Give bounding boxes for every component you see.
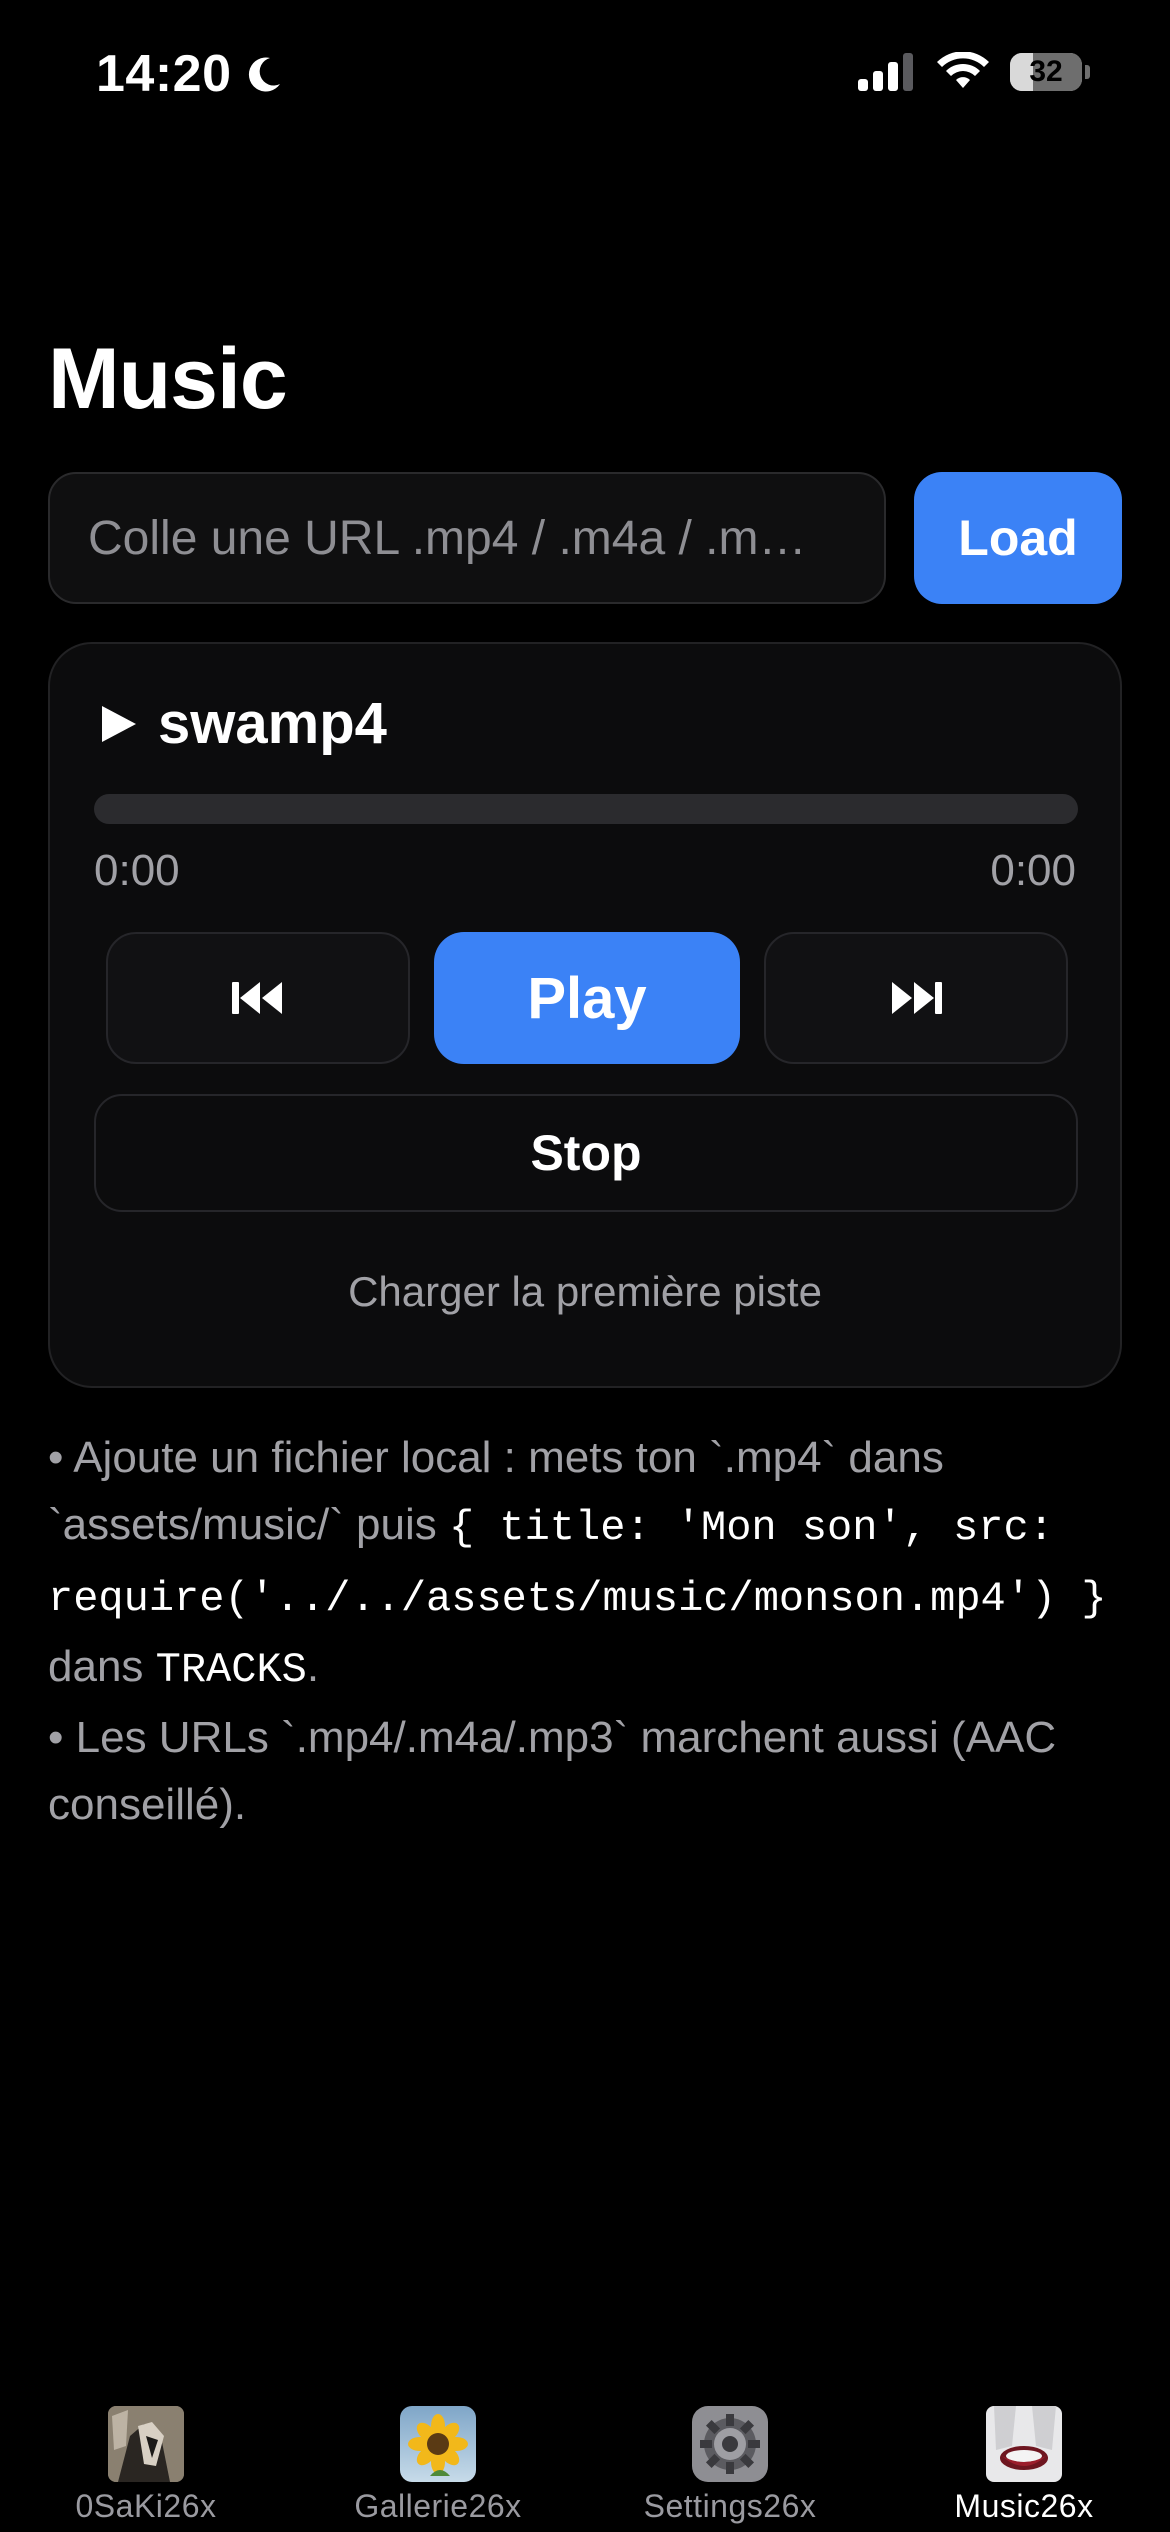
skip-next-icon: [892, 982, 942, 1014]
next-track-button[interactable]: [764, 932, 1068, 1064]
time-total: 0:00: [990, 846, 1076, 895]
page-title: Music: [48, 331, 288, 427]
url-load-row: Load: [48, 472, 1122, 604]
play-button[interactable]: Play: [434, 932, 740, 1064]
playback-controls: Play: [106, 932, 1068, 1064]
play-triangle-icon: [102, 705, 136, 742]
load-button[interactable]: Load: [914, 472, 1122, 604]
osaki-avatar-icon: [108, 2406, 184, 2482]
help-tracks-code: TRACKS: [155, 1646, 307, 1694]
tab-gallerie[interactable]: Gallerie26x: [318, 2406, 558, 2525]
previous-track-button[interactable]: [106, 932, 410, 1064]
tab-label: Settings26x: [643, 2488, 817, 2524]
tab-label: Gallerie26x: [354, 2488, 522, 2524]
tab-osaki[interactable]: 0SaKi26x: [26, 2406, 266, 2525]
help-line1-c: .: [306, 1642, 320, 1691]
status-indicators: 32: [858, 52, 1090, 92]
settings-gear-icon: [692, 2406, 768, 2482]
help-line-local-file: • Ajoute un fichier local : mets ton `.m…: [48, 1424, 1122, 1704]
tab-bar: 0SaKi26x Gallerie26x Settings26x Music26…: [0, 2352, 1170, 2532]
time-current: 0:00: [94, 846, 180, 895]
music-face-icon: [986, 2406, 1062, 2482]
battery-percent: 32: [1029, 55, 1063, 88]
tab-music[interactable]: Music26x: [904, 2406, 1144, 2525]
track-name: swamp4: [158, 691, 387, 756]
help-line-urls: • Les URLs `.mp4/.m4a/.mp3` marchent aus…: [48, 1713, 1057, 1829]
cellular-signal-icon: [858, 53, 913, 91]
help-text: • Ajoute un fichier local : mets ton `.m…: [48, 1424, 1122, 1838]
player-card: swamp4 0:00 0:00 Play Stop Charger la pr…: [48, 642, 1122, 1388]
battery-indicator: 32: [1010, 52, 1090, 92]
tab-label: 0SaKi26x: [75, 2488, 217, 2524]
moon-icon: [248, 57, 280, 92]
status-time-text: 14:20: [96, 45, 232, 103]
status-time: 14:20: [96, 44, 286, 104]
status-bar: 14:20 32: [0, 0, 1170, 150]
load-first-track-link[interactable]: Charger la première piste: [50, 1268, 1120, 1316]
url-input[interactable]: [48, 472, 886, 604]
skip-previous-icon: [232, 982, 282, 1014]
wifi-icon: [937, 52, 989, 88]
stop-button[interactable]: Stop: [94, 1094, 1078, 1212]
tab-label: Music26x: [954, 2488, 1094, 2524]
track-title: swamp4: [96, 690, 387, 757]
tab-settings[interactable]: Settings26x: [610, 2406, 850, 2525]
progress-bar[interactable]: [94, 794, 1078, 824]
sunflower-gallery-icon: [400, 2406, 476, 2482]
help-line1-b: dans: [48, 1642, 156, 1691]
